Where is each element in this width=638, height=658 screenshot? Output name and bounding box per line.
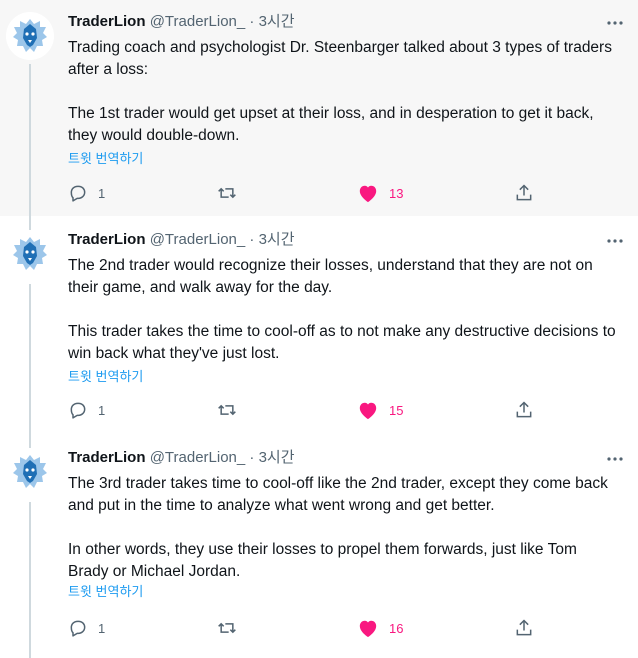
tweet-paragraph: In other words, they use their losses to… bbox=[68, 541, 577, 580]
like-button[interactable]: 16 bbox=[357, 616, 403, 640]
author-name[interactable]: TraderLion bbox=[68, 13, 146, 30]
separator-dot: · bbox=[249, 449, 255, 466]
thread-line bbox=[29, 434, 31, 448]
author-name[interactable]: TraderLion bbox=[68, 231, 146, 248]
tweet-actions: 1 15 bbox=[0, 398, 638, 422]
share-icon bbox=[516, 401, 532, 418]
share-button[interactable] bbox=[514, 398, 534, 422]
translate-tweet-link[interactable]: 트윗 번역하기 bbox=[68, 584, 143, 600]
tweet-paragraph: The 3rd trader takes time to cool-off li… bbox=[68, 475, 608, 514]
like-count: 13 bbox=[389, 185, 404, 201]
share-icon bbox=[516, 184, 532, 201]
reply-count: 1 bbox=[98, 402, 106, 418]
more-options-icon[interactable] bbox=[606, 232, 624, 252]
separator-dot: · bbox=[249, 231, 255, 248]
author-handle[interactable]: @TraderLion_ bbox=[150, 13, 246, 30]
tweet-paragraph: Trading coach and psychologist Dr. Steen… bbox=[68, 39, 612, 78]
share-button[interactable] bbox=[514, 181, 534, 205]
like-button[interactable]: 13 bbox=[357, 181, 403, 205]
translate-tweet-link[interactable]: 트윗 번역하기 bbox=[68, 369, 143, 385]
retweet-button[interactable] bbox=[216, 181, 248, 205]
more-options-icon[interactable] bbox=[606, 450, 624, 470]
tweet-header: TraderLion @TraderLion_ · 3시간 bbox=[68, 230, 618, 250]
author-name[interactable]: TraderLion bbox=[68, 449, 146, 466]
like-count: 16 bbox=[389, 620, 404, 636]
translate-tweet-link[interactable]: 트윗 번역하기 bbox=[68, 151, 143, 167]
reply-icon bbox=[70, 402, 86, 419]
reply-button[interactable]: 1 bbox=[68, 616, 105, 640]
reply-button[interactable]: 1 bbox=[68, 398, 105, 422]
reply-count: 1 bbox=[98, 185, 106, 201]
tweet-text: The 3rd trader takes time to cool-off li… bbox=[68, 473, 618, 583]
retweet-icon bbox=[218, 404, 236, 416]
tweet-actions: 1 13 bbox=[0, 181, 638, 205]
reply-count: 1 bbox=[98, 620, 106, 636]
retweet-button[interactable] bbox=[216, 616, 248, 640]
tweet-text: Trading coach and psychologist Dr. Steen… bbox=[68, 37, 618, 147]
author-handle[interactable]: @TraderLion_ bbox=[150, 231, 246, 248]
tweet[interactable]: TraderLion @TraderLion_ · 3시간 Trading co… bbox=[0, 0, 638, 216]
retweet-icon bbox=[218, 187, 236, 199]
tweet-paragraph: This trader takes the time to cool-off a… bbox=[68, 323, 616, 362]
lion-logo-icon bbox=[6, 448, 54, 496]
tweet-text: The 2nd trader would recognize their los… bbox=[68, 255, 618, 365]
lion-logo-icon bbox=[6, 230, 54, 278]
lion-logo-icon bbox=[6, 12, 54, 60]
timestamp[interactable]: 3시간 bbox=[259, 13, 295, 30]
tweet-actions: 1 16 bbox=[0, 616, 638, 640]
retweet-button[interactable] bbox=[216, 398, 248, 422]
like-count: 15 bbox=[389, 402, 404, 418]
avatar[interactable] bbox=[6, 448, 54, 496]
share-button[interactable] bbox=[514, 616, 534, 640]
thread-line bbox=[29, 216, 31, 230]
author-handle[interactable]: @TraderLion_ bbox=[150, 449, 246, 466]
retweet-icon bbox=[218, 622, 236, 634]
like-button[interactable]: 15 bbox=[357, 398, 403, 422]
reply-icon bbox=[70, 620, 86, 637]
separator-dot: · bbox=[249, 13, 255, 30]
timestamp[interactable]: 3시간 bbox=[259, 231, 295, 248]
tweet-header: TraderLion @TraderLion_ · 3시간 bbox=[68, 448, 618, 468]
reply-button[interactable]: 1 bbox=[68, 181, 105, 205]
more-options-icon[interactable] bbox=[606, 14, 624, 34]
tweet[interactable]: TraderLion @TraderLion_ · 3시간 The 3rd tr… bbox=[0, 434, 638, 658]
reply-icon bbox=[70, 185, 86, 202]
share-icon bbox=[516, 619, 532, 636]
tweet[interactable]: TraderLion @TraderLion_ · 3시간 The 2nd tr… bbox=[0, 216, 638, 434]
tweet-paragraph: The 1st trader would get upset at their … bbox=[68, 105, 594, 144]
avatar[interactable] bbox=[6, 12, 54, 60]
heart-filled-icon bbox=[359, 185, 377, 203]
heart-filled-icon bbox=[359, 402, 377, 420]
timestamp[interactable]: 3시간 bbox=[259, 449, 295, 466]
heart-filled-icon bbox=[359, 620, 377, 638]
tweet-header: TraderLion @TraderLion_ · 3시간 bbox=[68, 12, 618, 32]
tweet-paragraph: The 2nd trader would recognize their los… bbox=[68, 257, 593, 296]
avatar[interactable] bbox=[6, 230, 54, 278]
